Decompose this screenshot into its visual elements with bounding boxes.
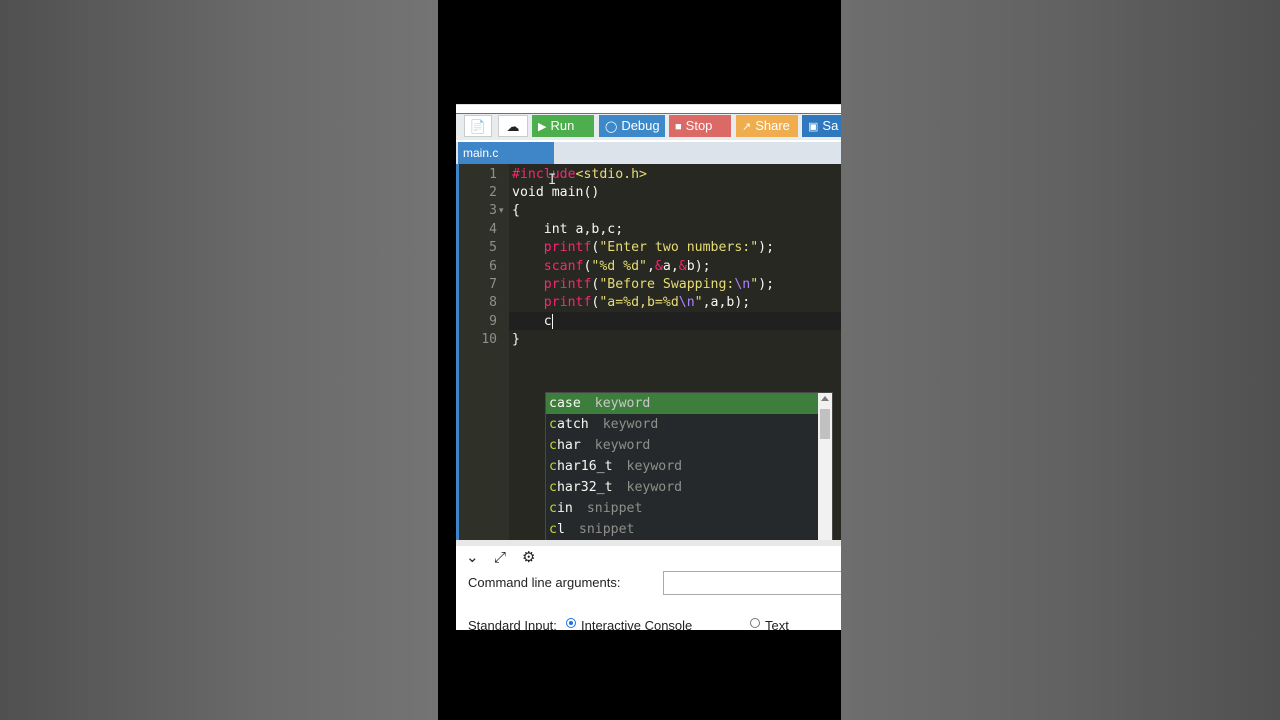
share-icon: ↗ <box>742 121 752 133</box>
autocomplete-item[interactable]: cin snippet <box>546 498 818 519</box>
autocomplete-item[interactable]: case keyword <box>546 393 818 414</box>
autocomplete-item[interactable]: catch keyword <box>546 414 818 435</box>
text-radio[interactable] <box>750 618 760 628</box>
autocomplete-item[interactable]: cl snippet <box>546 519 818 540</box>
line-number: 3 <box>489 203 497 218</box>
code-line-1: #include<stdio.h> <box>512 167 647 182</box>
code-line-9: c <box>543 313 553 329</box>
code-line-7: printf("Before Swapping:\n"); <box>543 277 775 292</box>
video-pad-left <box>0 0 438 720</box>
play-icon: ▶ <box>538 121 547 133</box>
scroll-up-arrow-icon[interactable] <box>821 396 829 401</box>
stop-icon: ■ <box>675 121 682 133</box>
line-number: 2 <box>489 185 497 200</box>
debug-button[interactable]: ◯ Debug <box>599 115 665 137</box>
text-cursor <box>551 313 553 329</box>
fold-arrow-icon[interactable]: ▾ <box>499 206 504 216</box>
command-line-args-label: Command line arguments: <box>468 575 621 590</box>
active-line-highlight <box>509 312 841 330</box>
line-number: 5 <box>489 240 497 255</box>
expand-icon[interactable]: ⤢ <box>494 548 506 566</box>
autocomplete-item[interactable]: char32_t keyword <box>546 477 818 498</box>
debug-icon: ◯ <box>605 121 618 133</box>
code-editor[interactable]: 1 2 3 ▾ 4 5 6 7 8 9 10 #include<stdio.h>… <box>456 164 841 540</box>
interactive-console-label: Interactive Console <box>581 618 693 630</box>
standard-input-label: Standard Input: <box>468 618 557 630</box>
code-line-8: printf("a=%d,b=%d\n",a,b); <box>543 295 751 310</box>
run-button[interactable]: ▶ Run <box>532 115 594 137</box>
autocomplete-item[interactable]: char16_t keyword <box>546 456 818 477</box>
line-number: 9 <box>489 314 497 329</box>
gear-icon[interactable]: ⚙ <box>522 548 535 566</box>
interactive-console-radio[interactable] <box>566 618 576 628</box>
line-number: 8 <box>489 295 497 310</box>
command-line-args-input[interactable] <box>663 571 841 595</box>
scrollbar-thumb[interactable] <box>820 409 830 439</box>
code-line-6: scanf("%d %d",&a,&b); <box>543 259 711 274</box>
io-panel: ⌄ ⤢ ⚙ Command line arguments: Standard I… <box>456 546 841 630</box>
code-line-5: printf("Enter two numbers:"); <box>543 240 775 255</box>
line-number: 6 <box>489 259 497 274</box>
code-line-3: { <box>512 203 520 218</box>
line-number-gutter: 1 2 3 ▾ 4 5 6 7 8 9 10 <box>459 164 509 540</box>
upload-button[interactable]: ☁ <box>498 115 528 137</box>
online-compiler-window: 📄 ☁ ▶ Run ◯ Debug ■ Stop ↗ Share ▣ Sa main.c <box>456 104 841 630</box>
share-button[interactable]: ↗ Share <box>736 115 798 137</box>
line-number: 1 <box>489 167 497 182</box>
line-number: 4 <box>489 222 497 237</box>
floppy-disk-icon: ▣ <box>808 121 819 133</box>
cloud-upload-icon: ☁ <box>506 119 520 134</box>
tab-main-c[interactable]: main.c <box>458 142 554 164</box>
text-radio-label: Text <box>765 618 789 630</box>
autocomplete-scrollbar[interactable] <box>818 393 832 540</box>
save-button[interactable]: ▣ Sa <box>802 115 841 137</box>
video-pad-right <box>841 0 1280 720</box>
autocomplete-popup: case keyword catch keyword char keyword cha… <box>545 392 833 540</box>
autocomplete-item[interactable]: char keyword <box>546 435 818 456</box>
line-number: 10 <box>481 332 497 347</box>
code-line-4: int a,b,c; <box>512 222 624 237</box>
toolbar: 📄 ☁ ▶ Run ◯ Debug ■ Stop ↗ Share ▣ Sa <box>456 104 841 143</box>
chevron-down-icon[interactable]: ⌄ <box>466 548 479 566</box>
stop-button[interactable]: ■ Stop <box>669 115 731 137</box>
code-line-10: } <box>512 332 520 347</box>
line-number: 7 <box>489 277 497 292</box>
video-frame: 📄 ☁ ▶ Run ◯ Debug ■ Stop ↗ Share ▣ Sa main.c <box>438 0 841 720</box>
file-icon: 📄 <box>469 119 487 134</box>
mouse-cursor-icon: I <box>548 172 557 188</box>
file-tab-bar: main.c <box>456 142 841 164</box>
new-file-button[interactable]: 📄 <box>464 115 492 137</box>
